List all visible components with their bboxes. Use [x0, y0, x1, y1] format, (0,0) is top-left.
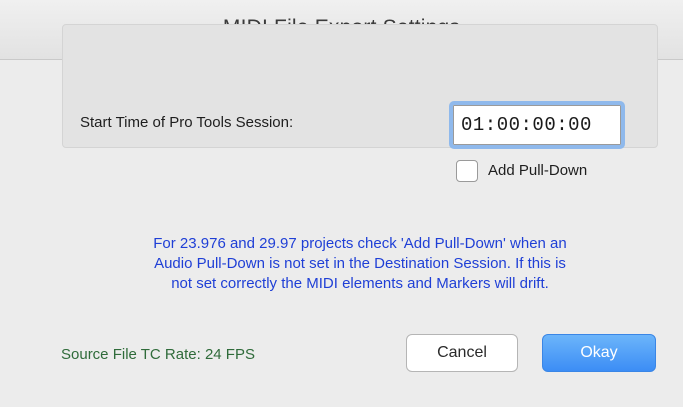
start-time-label: Start Time of Pro Tools Session:	[80, 114, 294, 131]
pulldown-notice: For 23.976 and 29.97 projects check 'Add…	[60, 234, 660, 294]
notice-line: Audio Pull-Down is not set in the Destin…	[154, 255, 566, 272]
add-pulldown-label[interactable]: Add Pull-Down	[488, 162, 587, 179]
notice-line: not set correctly the MIDI elements and …	[171, 275, 549, 292]
cancel-button[interactable]: Cancel	[406, 334, 518, 372]
notice-line: For 23.976 and 29.97 projects check 'Add…	[153, 235, 567, 252]
okay-button[interactable]: Okay	[542, 334, 656, 372]
start-time-value: 01:00:00:00	[461, 114, 592, 136]
start-time-input[interactable]: 01:00:00:00	[449, 101, 625, 149]
source-tc-rate-label: Source File TC Rate: 24 FPS	[61, 346, 255, 363]
add-pulldown-checkbox[interactable]	[456, 160, 478, 182]
export-settings-dialog: MIDI File Export Settings Start Time of …	[0, 0, 683, 407]
